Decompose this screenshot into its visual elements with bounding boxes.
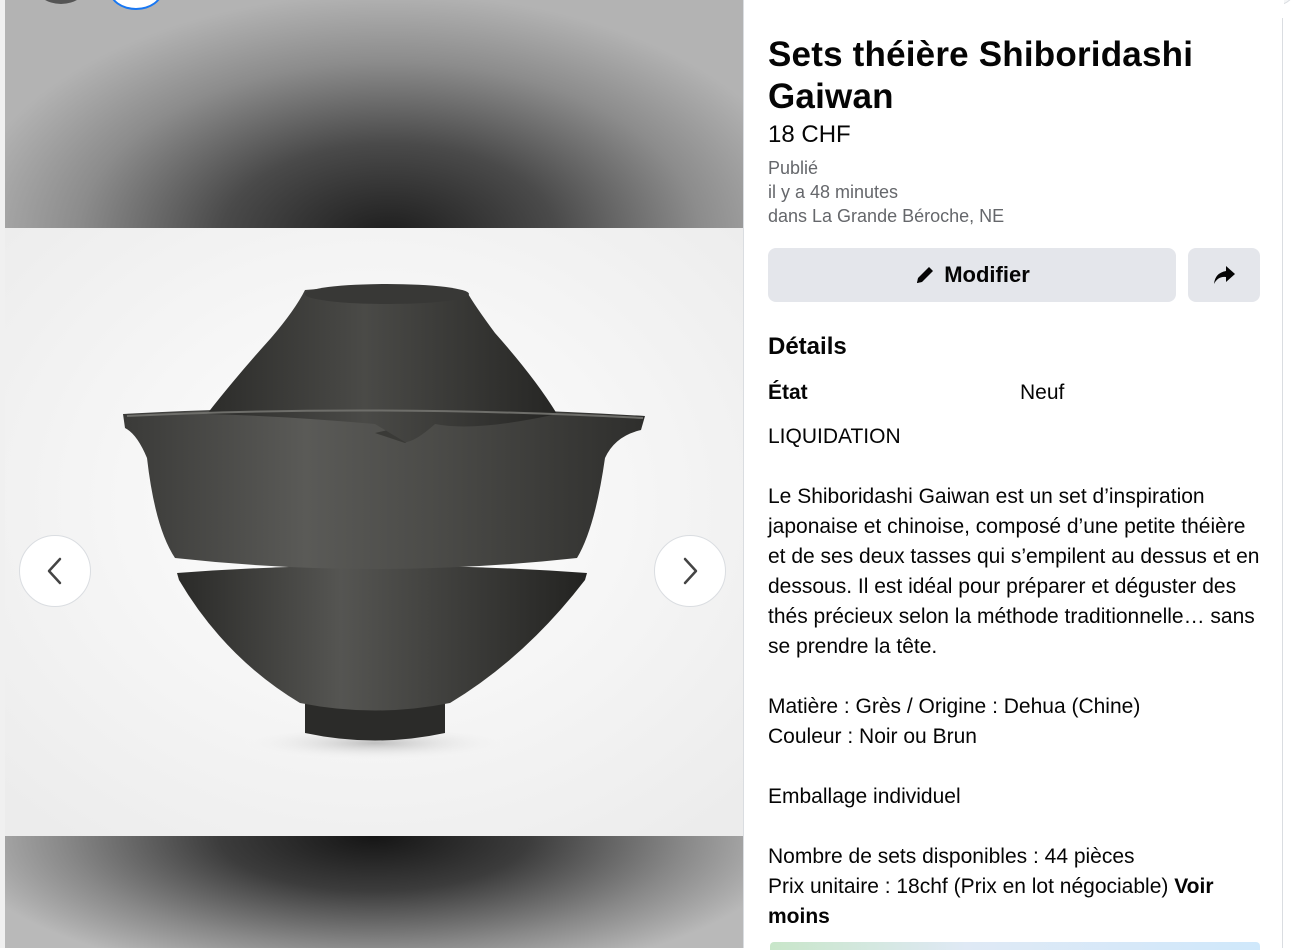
published-time[interactable]: il y a 48 minutes [768,180,1260,204]
blurred-backdrop-top [5,0,743,228]
pencil-icon [917,267,934,283]
condition-value: Neuf [1020,381,1065,404]
previous-photo-button[interactable] [19,535,91,607]
blurred-backdrop-bottom [5,836,743,948]
edit-button-label: Modifier [944,262,1030,287]
next-photo-button[interactable] [654,535,726,607]
listing-photo [5,228,743,836]
share-button[interactable] [1188,248,1260,302]
listing-price: 18 CHF [768,121,851,148]
map-preview-peek [770,942,1260,950]
listing-meta: Publié il y a 48 minutes dans La Grande … [768,156,1260,228]
media-viewer [5,0,743,948]
condition-row: État Neuf [768,378,1260,408]
listing-details-panel: Sets théière Shiboridashi Gaiwan 18 CHF … [743,0,1284,948]
listing-description: LIQUIDATION Le Shiboridashi Gaiwan est u… [768,422,1260,932]
share-icon [1214,266,1235,284]
description-text: LIQUIDATION Le Shiboridashi Gaiwan est u… [768,425,1260,898]
details-heading: Détails [768,333,847,360]
listing-title: Sets théière Shiboridashi Gaiwan [768,35,1194,116]
chevron-left-icon [47,557,62,585]
chevron-right-icon [683,557,698,585]
condition-label: État [768,381,808,404]
edit-button[interactable]: Modifier [768,248,1176,302]
panel-right-divider [1282,18,1283,948]
listing-actions: Modifier [768,248,1260,302]
listing-location[interactable]: dans La Grande Béroche, NE [768,204,1260,228]
published-label: Publié [768,158,819,178]
teapot-image [5,228,743,836]
listing-content: Sets théière Shiboridashi Gaiwan 18 CHF … [768,34,1260,932]
